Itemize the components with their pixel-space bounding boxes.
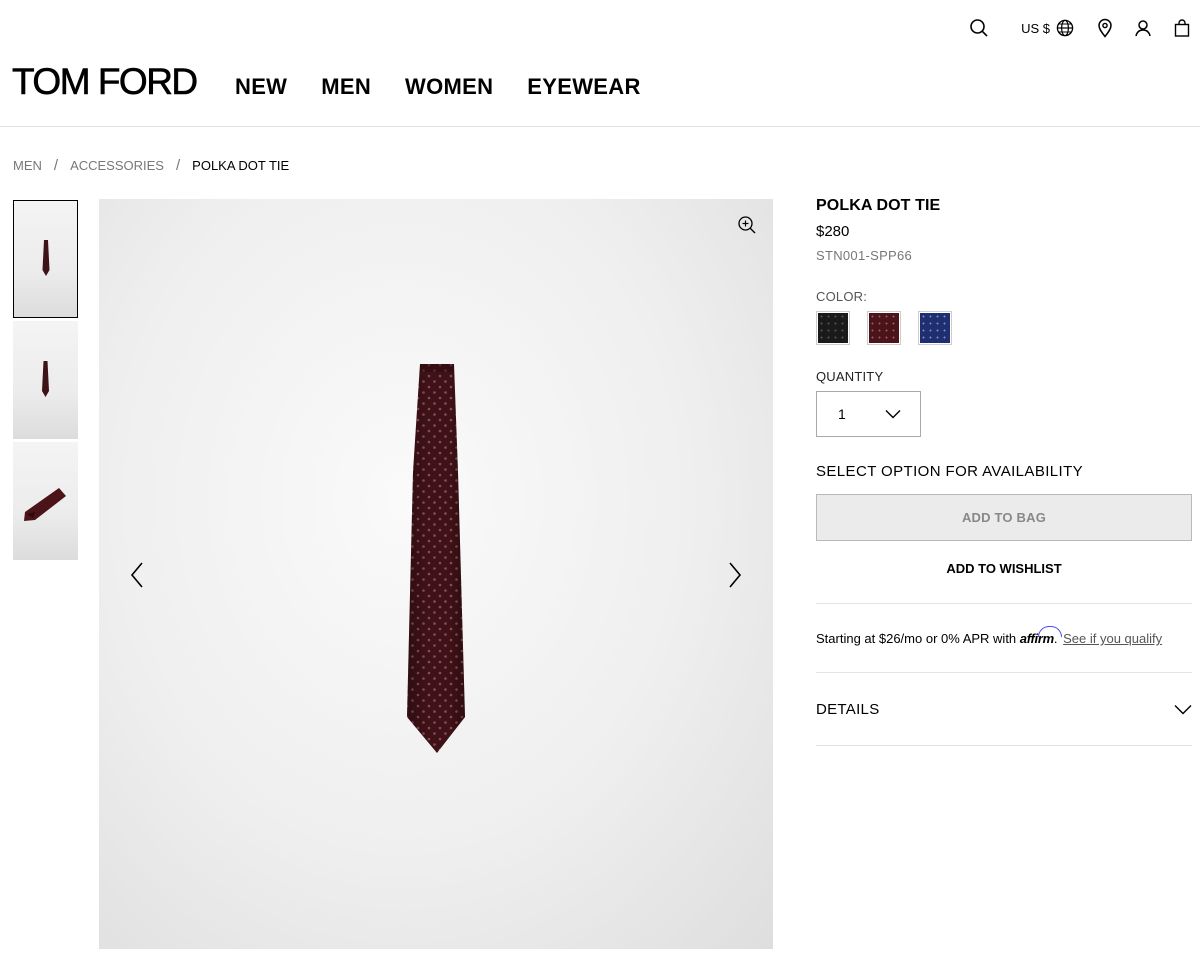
quantity-label: QUANTITY: [816, 369, 884, 384]
breadcrumb: MEN / ACCESSORIES / POLKA DOT TIE: [13, 157, 289, 174]
store-locator-button[interactable]: [1096, 16, 1114, 40]
divider: [816, 603, 1192, 604]
header-divider: [0, 126, 1200, 127]
tie-front-thumbnail-image: [42, 240, 50, 276]
color-swatches: [816, 311, 1192, 345]
color-swatch-black[interactable]: [816, 311, 850, 345]
product-image-viewer: [99, 199, 773, 949]
add-to-bag-button[interactable]: ADD TO BAG: [816, 494, 1192, 541]
globe-icon: [1056, 19, 1074, 37]
thumbnail-1[interactable]: [13, 200, 78, 318]
chevron-right-icon[interactable]: [727, 561, 743, 589]
breadcrumb-current: POLKA DOT TIE: [192, 158, 290, 173]
search-icon: [970, 19, 988, 37]
chevron-down-icon: [1174, 704, 1192, 714]
details-accordion[interactable]: DETAILS: [816, 673, 1192, 745]
thumbnail-2[interactable]: [13, 321, 78, 439]
search-button[interactable]: [969, 16, 989, 40]
quantity-value: 1: [838, 406, 846, 422]
see-if-you-qualify-link[interactable]: See if you qualify: [1063, 631, 1162, 646]
nav-item-men[interactable]: MEN: [321, 74, 371, 100]
product-details-panel: POLKA DOT TIE $280 STN001-SPP66 COLOR: Q…: [816, 196, 1192, 746]
cart-button[interactable]: [1174, 16, 1190, 40]
account-icon: [1135, 20, 1151, 37]
financing-text: Starting at $26/mo or 0% APR with: [816, 631, 1017, 646]
tie-rolled-thumbnail-image: [24, 488, 66, 521]
product-sku: STN001-SPP66: [816, 248, 913, 263]
divider: [816, 745, 1192, 746]
financing-message: Starting at $26/mo or 0% APR with affirm…: [816, 631, 1163, 646]
brand-logo[interactable]: TOM FORD: [12, 63, 199, 101]
nav-item-women[interactable]: WOMEN: [405, 74, 493, 100]
affirm-logo: affirm: [1019, 631, 1054, 646]
add-to-wishlist-button[interactable]: ADD TO WISHLIST: [816, 561, 1192, 576]
chevron-left-icon[interactable]: [129, 561, 145, 589]
zoom-in-icon[interactable]: [737, 215, 757, 235]
account-button[interactable]: [1134, 16, 1152, 40]
details-label: DETAILS: [816, 700, 880, 718]
thumbnail-list: [13, 200, 78, 563]
product-title: POLKA DOT TIE: [816, 197, 941, 214]
product-price: $280: [816, 223, 850, 240]
quantity-select[interactable]: 1: [816, 391, 921, 437]
breadcrumb-separator: /: [175, 157, 181, 174]
color-swatch-navy[interactable]: [918, 311, 952, 345]
color-swatch-burgundy[interactable]: [867, 311, 901, 345]
thumbnail-3[interactable]: [13, 442, 78, 560]
breadcrumb-separator: /: [53, 157, 59, 174]
location-pin-icon: [1098, 18, 1112, 38]
currency-selector[interactable]: US $: [1021, 16, 1074, 40]
nav-item-new[interactable]: NEW: [235, 74, 287, 100]
chevron-down-icon: [885, 410, 901, 419]
currency-label: US $: [1021, 20, 1050, 36]
main-navigation: NEW MEN WOMEN EYEWEAR: [235, 74, 641, 100]
availability-message: SELECT OPTION FOR AVAILABILITY: [816, 463, 1084, 480]
tie-side-thumbnail-image: [42, 361, 49, 397]
breadcrumb-accessories[interactable]: ACCESSORIES: [70, 158, 164, 173]
breadcrumb-men[interactable]: MEN: [13, 158, 42, 173]
utility-bar: US $: [969, 16, 1190, 40]
color-label: COLOR:: [816, 289, 868, 304]
nav-item-eyewear[interactable]: EYEWEAR: [527, 74, 640, 100]
shopping-bag-icon: [1174, 19, 1190, 37]
tie-product-image: [407, 364, 465, 753]
